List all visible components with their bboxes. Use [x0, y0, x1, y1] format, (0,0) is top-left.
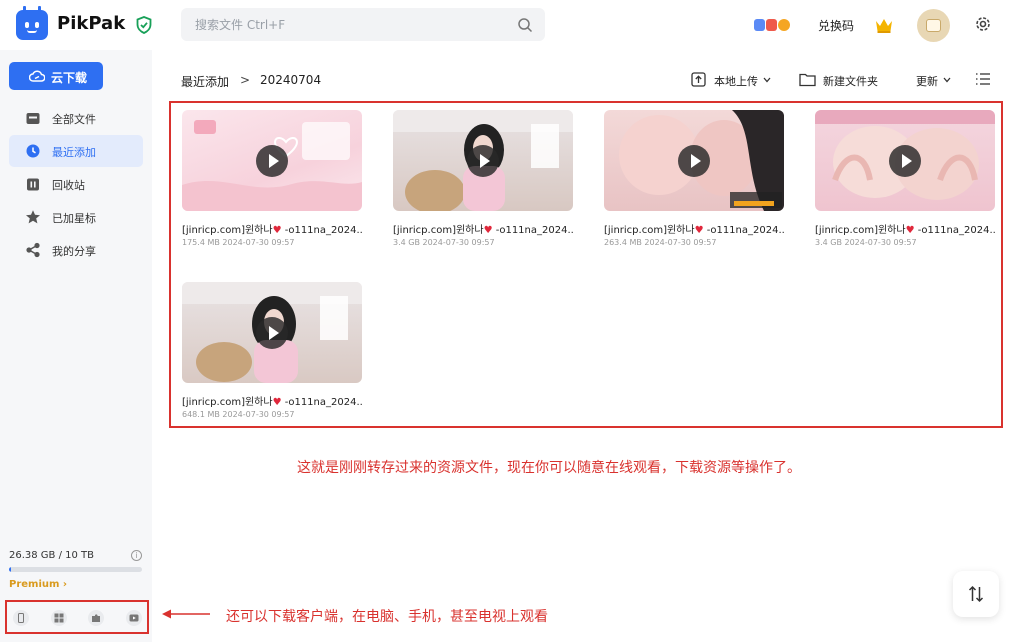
sort-label: 更新	[916, 75, 938, 88]
sort-arrows-icon	[968, 585, 984, 603]
upload-icon	[691, 72, 706, 87]
video-thumbnail[interactable]	[182, 282, 362, 383]
video-thumbnail[interactable]	[393, 110, 573, 211]
file-meta: 648.1 MB 2024-07-30 09:57	[182, 410, 295, 419]
file-name[interactable]: [jinricp.com]윈하나♥ -o111na_2024...	[182, 221, 362, 236]
chevron-down-icon	[943, 77, 951, 83]
premium-link[interactable]: Premium ›	[9, 579, 67, 590]
new-folder-button[interactable]: 新建文件夹	[799, 71, 879, 89]
local-upload-label: 本地上传	[714, 75, 758, 88]
redeem-code-link[interactable]: 兑换码	[818, 17, 854, 34]
sort-toggle-button[interactable]	[953, 571, 999, 617]
sort-dropdown[interactable]: 更新	[916, 71, 954, 89]
sidebar-item-trash[interactable]: 回收站	[9, 168, 143, 200]
brand-name[interactable]: PikPak	[57, 13, 125, 34]
video-thumbnail[interactable]	[604, 110, 784, 211]
file-meta: 175.4 MB 2024-07-30 09:57	[182, 238, 295, 247]
video-thumbnail[interactable]	[182, 110, 362, 211]
sidebar-item-label: 回收站	[52, 179, 85, 192]
cloud-link-icon	[29, 70, 45, 82]
breadcrumb-current[interactable]: 20240704	[260, 73, 321, 87]
search-box[interactable]	[181, 8, 545, 41]
cloud-download-button[interactable]: 云下载	[9, 62, 103, 90]
chevron-down-icon	[763, 77, 771, 83]
share-icon	[26, 242, 40, 258]
play-icon[interactable]	[256, 145, 288, 177]
file-name[interactable]: [jinricp.com]윈하나♥ -o111na_2024...	[604, 221, 784, 236]
coupons-icon[interactable]	[753, 17, 793, 33]
sidebar: 云下载 全部文件 最近添加 回收站 已加星标 我的分享 26.38 GB / 1…	[0, 50, 152, 642]
new-folder-label: 新建文件夹	[823, 75, 878, 88]
file-name[interactable]: [jinricp.com]윈하나♥ -o111na_2024...	[182, 393, 362, 408]
search-icon[interactable]	[517, 17, 533, 33]
sidebar-item-label: 全部文件	[52, 113, 96, 126]
sidebar-item-shares[interactable]: 我的分享	[9, 234, 143, 266]
tv-client-icon[interactable]	[126, 610, 142, 626]
file-name[interactable]: [jinricp.com]윈하나♥ -o111na_2024...	[393, 221, 573, 236]
video-thumbnail[interactable]	[815, 110, 995, 211]
folder-outline-icon	[799, 73, 816, 87]
sidebar-item-label: 最近添加	[52, 146, 96, 159]
star-icon	[26, 210, 40, 224]
gear-icon[interactable]	[974, 15, 992, 33]
clock-icon	[26, 144, 40, 158]
local-upload-button[interactable]: 本地上传	[691, 71, 773, 89]
sidebar-item-all-files[interactable]: 全部文件	[9, 102, 143, 134]
file-meta: 263.4 MB 2024-07-30 09:57	[604, 238, 717, 247]
info-icon[interactable]: i	[131, 550, 142, 561]
extension-client-icon[interactable]	[88, 610, 104, 626]
list-view-icon	[976, 73, 990, 85]
file-meta: 3.4 GB 2024-07-30 09:57	[393, 238, 495, 247]
file-meta: 3.4 GB 2024-07-30 09:57	[815, 238, 917, 247]
pikpak-logo-icon[interactable]	[16, 6, 48, 40]
clients-annotation-text: 还可以下载客户端，在电脑、手机，甚至电视上观看	[226, 609, 548, 625]
files-annotation-text: 这就是刚刚转存过来的资源文件，现在你可以随意在线观看，下载资源等操作了。	[297, 460, 801, 476]
crown-icon[interactable]	[874, 16, 894, 34]
trash-icon	[27, 178, 39, 191]
mobile-client-icon[interactable]	[13, 610, 29, 626]
play-icon[interactable]	[256, 317, 288, 349]
breadcrumb-separator: >	[240, 73, 251, 87]
sidebar-item-recent[interactable]: 最近添加	[9, 135, 143, 167]
arrow-left-icon	[162, 609, 210, 619]
shield-check-icon[interactable]	[136, 16, 152, 34]
storage-usage-text: 26.38 GB / 10 TB	[9, 550, 95, 561]
top-header: PikPak 兑换码	[0, 0, 1024, 50]
avatar[interactable]	[917, 9, 950, 42]
sidebar-item-starred[interactable]: 已加星标	[9, 201, 143, 233]
play-icon[interactable]	[889, 145, 921, 177]
folder-icon	[26, 113, 40, 124]
windows-client-icon[interactable]	[51, 610, 67, 626]
breadcrumb-root[interactable]: 最近添加	[181, 73, 229, 90]
client-downloads-highlight	[5, 600, 149, 634]
list-view-button[interactable]	[975, 71, 991, 89]
storage-progress-bar	[9, 567, 142, 572]
cloud-download-label: 云下载	[51, 71, 88, 85]
sidebar-item-label: 已加星标	[52, 212, 96, 225]
search-input[interactable]	[195, 8, 505, 41]
sidebar-item-label: 我的分享	[52, 245, 96, 258]
file-name[interactable]: [jinricp.com]윈하나♥ -o111na_2024...	[815, 221, 995, 236]
play-icon[interactable]	[678, 145, 710, 177]
play-icon[interactable]	[467, 145, 499, 177]
